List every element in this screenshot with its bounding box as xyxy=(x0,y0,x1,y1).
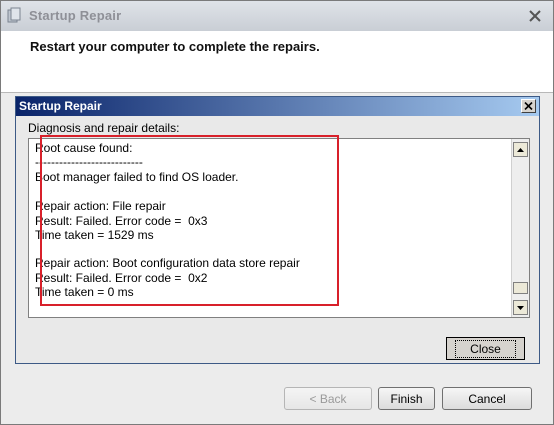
arrow-up-icon xyxy=(517,147,524,152)
back-button-label: < Back xyxy=(309,391,347,406)
cancel-button[interactable]: Cancel xyxy=(442,387,532,410)
repair-details-dialog: Startup Repair Diagnosis and repair deta… xyxy=(15,96,540,364)
dialog-close-button[interactable] xyxy=(521,99,536,113)
startup-repair-app-icon xyxy=(7,7,21,24)
scroll-up-button[interactable] xyxy=(513,142,528,157)
close-icon xyxy=(524,102,533,110)
dialog-title: Startup Repair xyxy=(19,99,102,113)
close-icon[interactable] xyxy=(528,9,542,23)
details-scrollbar[interactable] xyxy=(511,139,529,317)
finish-button-label: Finish xyxy=(390,391,423,406)
scroll-thumb[interactable] xyxy=(513,282,528,294)
window-title: Startup Repair xyxy=(29,8,122,23)
finish-button[interactable]: Finish xyxy=(378,387,435,410)
close-button-label: Close xyxy=(455,339,516,358)
scroll-down-button[interactable] xyxy=(513,300,528,315)
header-panel: Restart your computer to complete the re… xyxy=(1,31,553,93)
highlight-box xyxy=(40,135,339,306)
arrow-down-icon xyxy=(517,305,524,310)
startup-repair-window: Startup Repair Restart your computer to … xyxy=(0,0,554,425)
cancel-button-label: Cancel xyxy=(468,391,506,406)
header-message: Restart your computer to complete the re… xyxy=(30,39,320,54)
dialog-title-bar: Startup Repair xyxy=(16,97,539,116)
back-button[interactable]: < Back xyxy=(284,387,372,410)
details-label: Diagnosis and repair details: xyxy=(28,121,180,135)
close-button[interactable]: Close xyxy=(446,337,525,360)
window-title-bar: Startup Repair xyxy=(1,1,553,31)
